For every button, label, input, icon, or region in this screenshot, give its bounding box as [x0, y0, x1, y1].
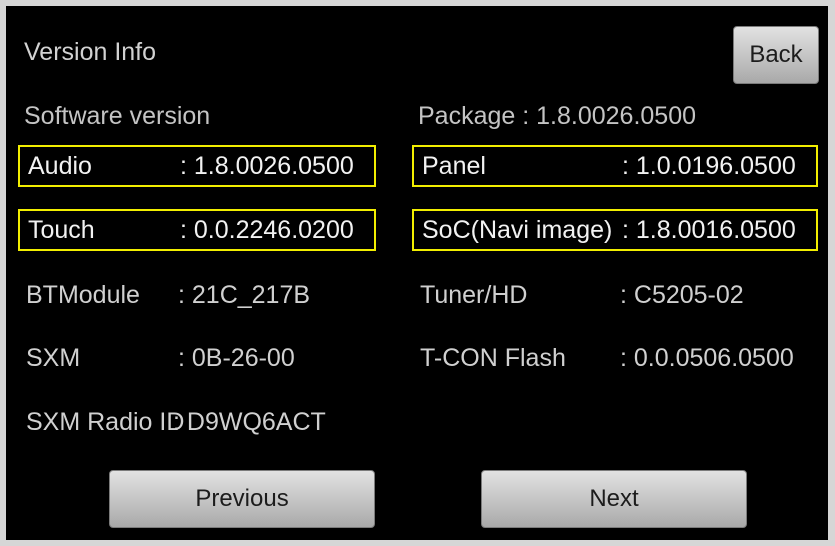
- package-version: Package : 1.8.0026.0500: [418, 102, 697, 130]
- version-value: : 1.8.0026.0500: [180, 152, 354, 180]
- version-label: Panel: [422, 152, 486, 180]
- page-title: Version Info: [24, 38, 157, 66]
- previous-button[interactable]: Previous: [109, 470, 375, 528]
- version-row-soc: SoC(Navi image) : 1.8.0016.0500: [412, 209, 818, 251]
- version-value: : 21C_217B: [178, 281, 311, 309]
- version-row-tcon-flash: T-CON Flash : 0.0.0506.0500: [412, 339, 818, 381]
- version-value: : D9WQ6ACT: [173, 408, 326, 436]
- version-row-audio: Audio : 1.8.0026.0500: [18, 145, 376, 187]
- version-row-panel: Panel : 1.0.0196.0500: [412, 145, 818, 187]
- software-version-label: Software version: [24, 102, 211, 130]
- version-value: : 0.0.2246.0200: [180, 216, 354, 244]
- version-label: Touch: [28, 216, 95, 244]
- version-value: : 0.0.0506.0500: [620, 344, 794, 372]
- version-label: SXM: [26, 344, 81, 372]
- version-label: SXM Radio ID: [26, 408, 185, 436]
- version-row-sxm-radio-id: SXM Radio ID : D9WQ6ACT: [18, 403, 376, 445]
- version-value: : 1.8.0016.0500: [622, 216, 796, 244]
- version-label: T-CON Flash: [420, 344, 566, 372]
- version-row-btmodule: BTModule : 21C_217B: [18, 276, 376, 318]
- version-label: BTModule: [26, 281, 140, 309]
- version-value: : C5205-02: [620, 281, 744, 309]
- version-label: SoC(Navi image): [422, 216, 613, 244]
- back-button[interactable]: Back: [733, 26, 819, 84]
- version-row-sxm: SXM : 0B-26-00: [18, 339, 376, 381]
- version-label: Tuner/HD: [420, 281, 528, 309]
- version-row-touch: Touch : 0.0.2246.0200: [18, 209, 376, 251]
- next-button[interactable]: Next: [481, 470, 747, 528]
- version-label: Audio: [28, 152, 92, 180]
- version-row-tuner-hd: Tuner/HD : C5205-02: [412, 276, 818, 318]
- version-value: : 1.0.0196.0500: [622, 152, 796, 180]
- version-info-screen: Version Info Back Software version Packa…: [6, 6, 828, 540]
- version-value: : 0B-26-00: [178, 344, 295, 372]
